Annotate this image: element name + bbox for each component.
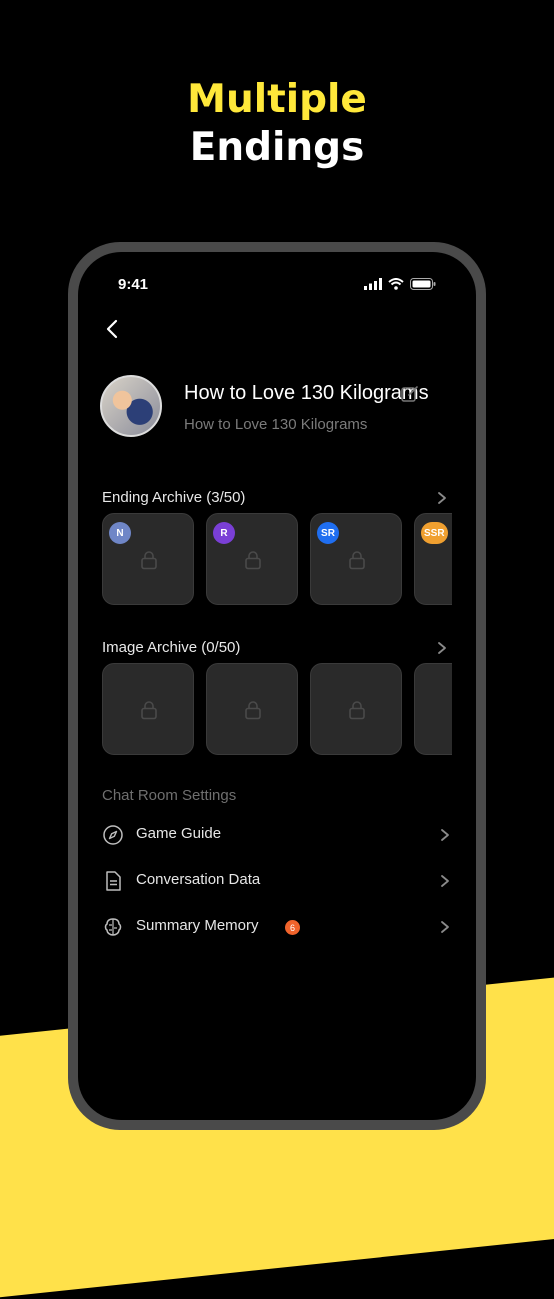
- document-icon: [106, 871, 121, 891]
- ending-archive-chevron-icon[interactable]: [435, 491, 449, 505]
- ending-card-n[interactable]: N: [102, 513, 194, 605]
- phone-screen: 9:41 How to Love 130 Kilograms How to Lo…: [78, 252, 476, 1120]
- summary-memory-row[interactable]: Summary Memory 6: [102, 913, 452, 941]
- character-name: How to Love 130 Kilograms: [184, 382, 429, 404]
- rarity-badge-ssr: SSR: [421, 522, 448, 544]
- notification-badge: 6: [285, 920, 300, 935]
- headline-line-2: Endings: [189, 125, 365, 170]
- character-subtitle: How to Love 130 Kilograms: [184, 416, 368, 433]
- ending-card-sr[interactable]: SR: [310, 513, 402, 605]
- wifi-icon: [388, 278, 404, 290]
- back-arrow-icon[interactable]: [102, 318, 124, 340]
- ending-archive-title[interactable]: Ending Archive (3/50): [102, 489, 245, 506]
- compass-icon: [103, 825, 123, 845]
- conversation-data-row[interactable]: Conversation Data: [102, 867, 452, 895]
- chevron-right-icon: [441, 875, 449, 887]
- image-card[interactable]: [310, 663, 402, 755]
- image-card[interactable]: [102, 663, 194, 755]
- character-avatar[interactable]: [100, 375, 162, 437]
- headline-line-1: Multiple: [187, 77, 367, 122]
- rarity-badge-sr: SR: [317, 522, 339, 544]
- image-archive-chevron-icon[interactable]: [435, 641, 449, 655]
- lock-icon: [349, 551, 365, 570]
- image-card[interactable]: [414, 663, 452, 755]
- lock-icon: [141, 551, 157, 570]
- lock-icon: [141, 701, 157, 720]
- ending-card-ssr[interactable]: SSR: [414, 513, 452, 605]
- image-archive-title[interactable]: Image Archive (0/50): [102, 639, 240, 656]
- lock-icon: [245, 551, 261, 570]
- chevron-right-icon: [441, 921, 449, 933]
- rarity-badge-r: R: [213, 522, 235, 544]
- status-bar: 9:41: [78, 276, 476, 296]
- game-guide-row[interactable]: Game Guide: [102, 821, 452, 849]
- edit-icon[interactable]: [400, 384, 420, 404]
- battery-icon: [410, 278, 436, 290]
- ending-archive-cards: N R SR SSR: [102, 513, 452, 607]
- lock-icon: [245, 701, 261, 720]
- signal-icon: [364, 278, 382, 290]
- game-guide-label: Game Guide: [136, 825, 222, 842]
- status-icons: [364, 278, 436, 290]
- image-archive-cards: [102, 663, 452, 757]
- conversation-data-label: Conversation Data: [136, 871, 261, 888]
- chat-room-settings-label: Chat Room Settings: [102, 787, 237, 804]
- image-card[interactable]: [206, 663, 298, 755]
- brain-icon: [104, 918, 122, 936]
- lock-icon: [349, 701, 365, 720]
- phone-frame: 9:41 How to Love 130 Kilograms How to Lo…: [68, 242, 486, 1130]
- summary-memory-label: Summary Memory: [136, 917, 259, 934]
- status-time: 9:41: [118, 276, 149, 293]
- chevron-right-icon: [441, 829, 449, 841]
- lock-icon: [451, 550, 452, 570]
- headline: Multiple Endings: [0, 76, 554, 172]
- rarity-badge-n: N: [109, 522, 131, 544]
- ending-card-r[interactable]: R: [206, 513, 298, 605]
- lock-icon: [451, 700, 452, 720]
